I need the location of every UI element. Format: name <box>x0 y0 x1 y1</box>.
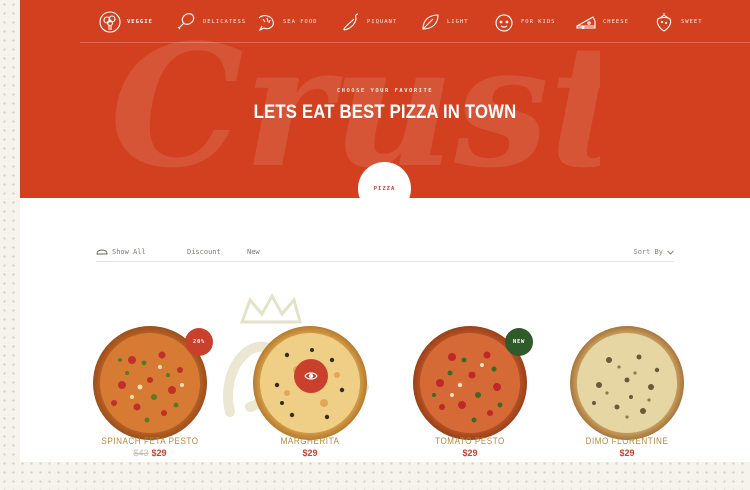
category-light[interactable]: LIGHT <box>418 9 469 35</box>
product-name[interactable]: SPINACH FETA PESTO <box>78 436 222 446</box>
filter-label: Show All <box>112 248 146 256</box>
category-veggie[interactable]: VEGGIE <box>98 9 153 35</box>
chili-pepper-icon <box>343 13 359 31</box>
category-for-kids[interactable]: FOR KIDS <box>492 9 556 35</box>
leaf-icon <box>422 14 439 30</box>
category-piquant[interactable]: PIQUANT <box>338 9 397 35</box>
pizza-image[interactable] <box>569 325 685 441</box>
filter-label: New <box>247 248 260 256</box>
badge-label: 20% <box>192 339 206 345</box>
product-price: $29 <box>547 448 707 458</box>
product-card: NEW TOMATO PESTO $29 <box>390 325 550 465</box>
page-title: LETS EAT BEST PIZZA IN TOWN <box>253 102 517 123</box>
shrimp-icon <box>258 15 274 32</box>
quick-view-button[interactable] <box>294 359 328 393</box>
category-sea-food[interactable]: SEA FOOD <box>254 9 318 35</box>
category-delicatess[interactable]: DELICATESS <box>174 9 246 35</box>
drumstick-icon <box>177 13 195 30</box>
old-price: $43 <box>133 448 149 458</box>
product-card: DIMO FLORENTINE $29 <box>547 325 707 465</box>
sort-dropdown[interactable]: Sort By <box>633 248 674 256</box>
hero-subtitle: CHOOSE YOUR FAVORITE <box>336 88 434 94</box>
cheese-icon <box>576 16 596 30</box>
badge-label: NEW <box>512 339 526 345</box>
category-cheese[interactable]: CHEESE <box>574 9 629 35</box>
product-card: 20% SPINACH FETA PESTO $43 $29 <box>70 325 230 465</box>
current-price: $29 <box>151 448 167 458</box>
page-container: Crust VEGGIE DELICATESS SEA FOOD PIQUANT… <box>20 0 750 462</box>
category-label: SWEET <box>681 19 703 25</box>
filter-new[interactable]: New <box>247 248 260 256</box>
filter-label: Discount <box>187 248 221 256</box>
product-name[interactable]: DIMO FLORENTINE <box>555 436 699 446</box>
product-price: $29 <box>390 448 550 458</box>
new-badge: NEW <box>505 328 533 356</box>
chevron-down-icon <box>667 249 674 255</box>
category-label: VEGGIE <box>127 19 153 25</box>
chef-hat-icon <box>96 249 108 255</box>
filter-show-all[interactable]: Show All <box>96 248 146 256</box>
current-price: $29 <box>462 448 478 458</box>
strawberry-icon <box>656 13 672 32</box>
product-name[interactable]: MARGHERITA <box>238 436 382 446</box>
product-price: $29 <box>230 448 390 458</box>
tab-pizza[interactable]: PIZZA <box>358 162 411 215</box>
discount-badge: 20% <box>185 328 213 356</box>
tab-pizza-label: PIZZA <box>373 185 396 192</box>
child-face-icon <box>495 14 513 32</box>
category-sweet[interactable]: SWEET <box>652 9 703 35</box>
filter-bar: Show All Discount New Sort By <box>96 244 674 262</box>
category-label: CHEESE <box>603 19 629 25</box>
current-price: $29 <box>619 448 635 458</box>
category-nav: VEGGIE DELICATESS SEA FOOD PIQUANT LIGHT… <box>80 3 750 43</box>
product-name[interactable]: TOMATO PESTO <box>398 436 542 446</box>
current-price: $29 <box>302 448 318 458</box>
eye-icon <box>304 372 318 380</box>
product-price: $43 $29 <box>70 448 230 458</box>
category-label: PIQUANT <box>367 19 398 25</box>
category-label: FOR KIDS <box>521 19 556 25</box>
category-label: DELICATESS <box>203 19 247 25</box>
category-label: LIGHT <box>447 19 469 25</box>
product-card: MARGHERITA $29 <box>230 325 390 465</box>
sort-label: Sort By <box>633 248 663 256</box>
filter-discount[interactable]: Discount <box>187 248 221 256</box>
broccoli-icon <box>99 11 121 33</box>
category-label: SEA FOOD <box>283 19 318 25</box>
